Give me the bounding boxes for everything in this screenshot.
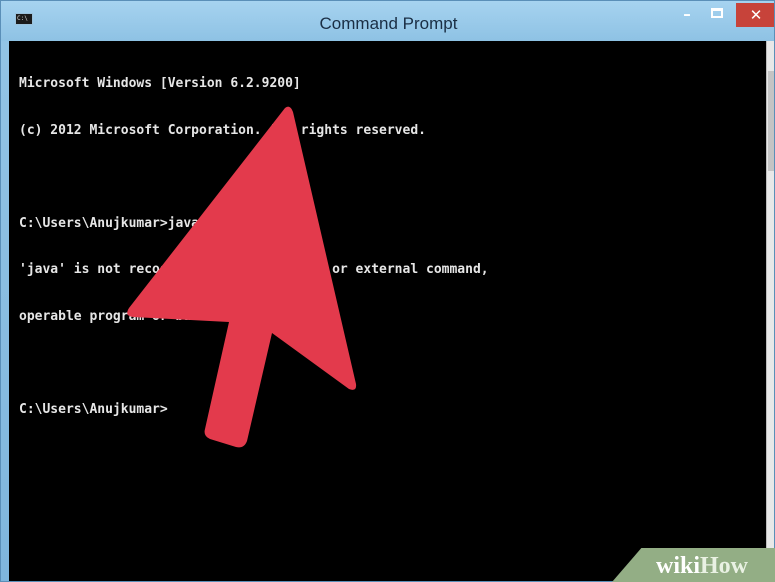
vertical-scrollbar[interactable] — [766, 41, 774, 581]
maximize-icon — [711, 8, 723, 18]
window-title: Command Prompt — [319, 14, 458, 33]
scrollbar-thumb[interactable] — [768, 71, 774, 171]
console-prompt[interactable]: C:\Users\Anujkumar> — [19, 402, 489, 418]
console-line-version: Microsoft Windows [Version 6.2.9200] — [19, 76, 301, 91]
console-text: Microsoft Windows [Version 6.2.9200] (c)… — [19, 45, 489, 448]
close-button[interactable]: ✕ — [736, 3, 774, 27]
console-line-blank — [19, 169, 489, 185]
minimize-button[interactable]: – — [673, 3, 701, 27]
console-line-command: C:\Users\Anujkumar>java -version — [19, 215, 270, 231]
console-line-copyright: (c) 2012 Microsoft Corporation. All righ… — [19, 122, 426, 138]
console-line-blank — [19, 355, 489, 371]
title-bar[interactable]: C:\ Command Prompt – ✕ — [1, 1, 774, 41]
watermark-how: How — [700, 553, 749, 579]
maximize-button[interactable] — [703, 3, 731, 27]
wikihow-watermark: wikiHow — [656, 552, 748, 580]
console-output-area[interactable]: Microsoft Windows [Version 6.2.9200] (c)… — [9, 41, 766, 581]
command-prompt-window: C:\ Command Prompt – ✕ Microsoft Windows… — [0, 0, 775, 582]
watermark-wiki: wiki — [656, 553, 701, 579]
console-line-error-1: 'java' is not recognized as an internal … — [19, 262, 489, 277]
console-line-error-2: operable program or batch file. — [19, 308, 262, 324]
